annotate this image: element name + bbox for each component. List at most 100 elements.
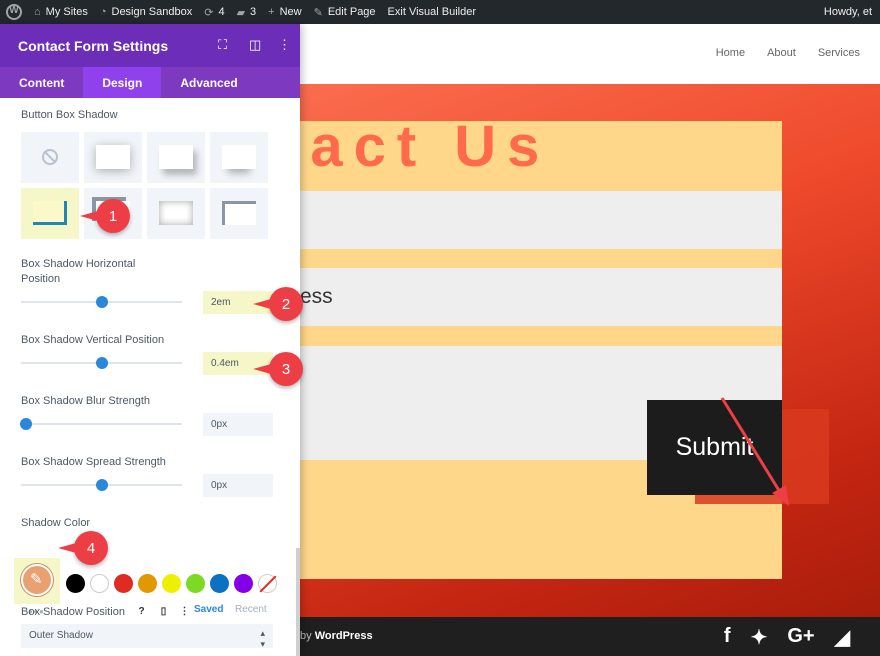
facebook-icon[interactable]: f — [724, 625, 731, 650]
shadow-color-label: Shadow Color — [21, 517, 91, 529]
callout-badge-4: 4 — [58, 531, 108, 565]
spread-slider-thumb[interactable] — [95, 479, 108, 491]
my-account-menu[interactable]: Howdy, et — [818, 0, 880, 24]
page-heading: tact Us — [280, 114, 551, 179]
help-icon[interactable]: ? — [134, 604, 149, 619]
color-swatch[interactable] — [114, 574, 133, 593]
panel-scrollbar[interactable] — [296, 548, 300, 656]
box-shadow-position-select[interactable]: Outer Shadow ▴ ▾ — [21, 624, 273, 649]
wordpress-icon — [6, 4, 22, 20]
panel-title: Contact Form Settings — [18, 38, 169, 54]
h-position-slider[interactable] — [21, 296, 182, 308]
settings-panel: Contact Form Settings ⛶ ◫ ⋮ Content Desi… — [0, 24, 300, 656]
footer-credit-brand[interactable]: WordPress — [315, 630, 373, 642]
edit-page-label: Edit Page — [327, 6, 376, 18]
box-shadow-position-value: Outer Shadow — [29, 630, 93, 641]
v-position-slider[interactable] — [21, 357, 182, 369]
v-position-label: Box Shadow Vertical Position — [21, 334, 165, 346]
pencil-icon: ✎ — [313, 6, 323, 19]
color-swatch[interactable] — [234, 574, 253, 593]
callout-badge-2: 2 — [253, 287, 303, 321]
footer-credit: by WordPress — [300, 630, 373, 642]
submit-button[interactable]: Submit — [647, 400, 782, 495]
chevron-updown-icon: ▴ ▾ — [260, 628, 265, 649]
color-swatches — [66, 574, 277, 593]
contact-form-box: tact Us ess — [280, 114, 782, 579]
tab-advanced[interactable]: Advanced — [161, 67, 256, 98]
position-label: Box Shadow Position — [21, 606, 125, 618]
preset-shadow-2[interactable] — [147, 132, 205, 183]
plus-icon: + — [268, 6, 275, 18]
blur-slider[interactable] — [19, 418, 182, 430]
nav-home[interactable]: Home — [716, 47, 745, 59]
panel-tabs: Content Design Advanced — [0, 67, 300, 98]
exit-builder-label: Exit Visual Builder — [387, 6, 476, 18]
site-name-menu[interactable]: ◔ Design Sandbox — [94, 0, 198, 24]
h-position-slider-thumb[interactable] — [95, 296, 108, 308]
no-shadow-icon — [42, 149, 58, 165]
preset-shadow-3[interactable] — [210, 132, 268, 183]
twitter-icon[interactable]: ✦ — [751, 625, 768, 650]
blur-input[interactable] — [203, 413, 273, 436]
eyedropper-icon — [21, 564, 53, 596]
my-sites-label: My Sites — [45, 6, 88, 18]
home-icon: ⌂ — [34, 6, 41, 18]
more-icon[interactable]: ⋮ — [177, 604, 192, 619]
new-content-menu[interactable]: + New — [262, 0, 307, 24]
email-field[interactable]: ess — [280, 268, 782, 326]
panel-body: Button Box Shadow Box Shadow Horizontal … — [0, 98, 300, 656]
preset-shadow-6[interactable] — [147, 188, 205, 239]
color-swatch[interactable] — [66, 574, 85, 593]
howdy-label: Howdy, et — [823, 6, 872, 18]
name-field[interactable] — [280, 191, 782, 249]
rss-icon[interactable]: ◢ — [835, 625, 850, 650]
comments-menu[interactable]: ▰ 3 — [231, 0, 263, 24]
color-swatch[interactable] — [210, 574, 229, 593]
wp-logo-menu[interactable] — [0, 0, 28, 24]
comments-count: 3 — [250, 6, 257, 18]
my-sites-menu[interactable]: ⌂ My Sites — [28, 0, 94, 24]
updates-menu[interactable]: ⟳ 4 — [198, 0, 230, 24]
site-name-label: Design Sandbox — [111, 6, 193, 18]
color-swatch[interactable] — [90, 574, 109, 593]
box-shadow-presets — [21, 132, 273, 239]
preset-none[interactable] — [21, 132, 79, 183]
spread-input[interactable] — [203, 474, 273, 497]
h-position-label: Box Shadow Horizontal Position — [21, 258, 136, 285]
footer-credit-prefix: by — [300, 630, 312, 642]
dashboard-icon: ◔ — [99, 6, 107, 18]
google-plus-icon[interactable]: G+ — [787, 625, 814, 650]
updates-count: 4 — [218, 6, 225, 18]
preset-shadow-4[interactable] — [21, 188, 79, 239]
recent-colors-tab[interactable]: Recent — [235, 604, 267, 615]
tab-content[interactable]: Content — [0, 67, 83, 98]
mobile-icon[interactable]: ▯ — [156, 604, 171, 619]
email-placeholder: ess — [300, 285, 333, 308]
updates-icon: ⟳ — [204, 6, 214, 19]
wp-admin-bar: ⌂My Sites ◔Design Sandbox ⟳4 ▰3 +New ✎Ed… — [0, 0, 880, 24]
blur-slider-thumb[interactable] — [19, 418, 32, 430]
main-nav: Home About Services — [716, 47, 860, 59]
nav-about[interactable]: About — [767, 47, 796, 59]
exit-builder-link[interactable]: Exit Visual Builder — [382, 0, 482, 24]
expand-icon[interactable]: ⛶ — [218, 37, 227, 53]
saved-colors-tab[interactable]: Saved — [194, 604, 223, 615]
blur-label: Box Shadow Blur Strength — [21, 395, 151, 407]
color-picker-button[interactable] — [14, 558, 60, 604]
swatch-clear[interactable] — [258, 574, 277, 593]
nav-services[interactable]: Services — [818, 47, 860, 59]
columns-icon[interactable]: ◫ — [249, 37, 261, 53]
box-shadow-label: Button Box Shadow — [21, 109, 118, 121]
tab-design[interactable]: Design — [83, 67, 162, 98]
spread-slider[interactable] — [21, 479, 182, 491]
v-position-slider-thumb[interactable] — [95, 357, 108, 369]
more-options-icon[interactable]: ⋮ — [278, 37, 291, 53]
color-swatch[interactable] — [162, 574, 181, 593]
color-swatch[interactable] — [138, 574, 157, 593]
preset-shadow-1[interactable] — [84, 132, 142, 183]
callout-badge-1: 1 — [80, 199, 130, 233]
preset-shadow-7[interactable] — [210, 188, 268, 239]
color-swatch[interactable] — [186, 574, 205, 593]
panel-header: Contact Form Settings ⛶ ◫ ⋮ — [0, 24, 300, 67]
edit-page-link[interactable]: ✎ Edit Page — [308, 0, 382, 24]
